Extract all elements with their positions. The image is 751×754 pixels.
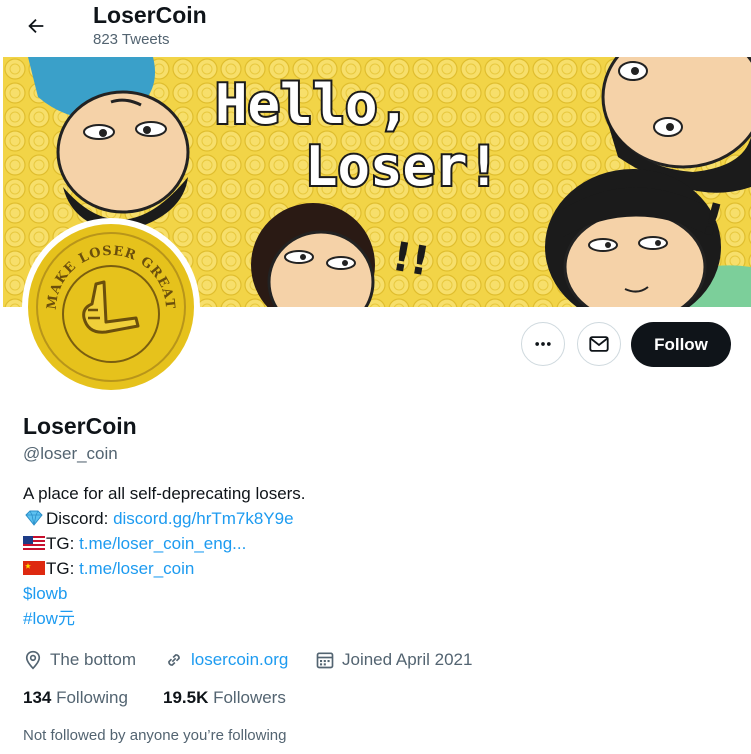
header-title: LoserCoin [93,2,207,28]
bio-tg-chinese-line: TG: t.me/loser_coin [23,558,194,580]
bio-discord-line: Discord: discord.gg/hrTm7k8Y9e [23,508,294,530]
discord-prefix: Discord: [46,509,114,528]
more-button[interactable] [521,322,565,366]
tg-chinese-link[interactable]: t.me/loser_coin [79,559,194,578]
following-count: 134 [23,688,52,707]
tg1-prefix: TG: [46,534,80,553]
location-pin-icon [25,650,41,670]
tg-english-link[interactable]: t.me/loser_coin_eng... [79,534,246,553]
losercoin-logo: MAKE LOSER GREAT AGAIN. [26,222,194,390]
us-flag-icon [23,536,45,550]
location: The bottom [23,650,136,670]
svg-text:Hello,: Hello, [215,73,410,136]
discord-link[interactable]: discord.gg/hrTm7k8Y9e [113,509,293,528]
avatar[interactable]: MAKE LOSER GREAT AGAIN. [22,218,200,396]
following-label: Following [51,688,128,707]
back-button[interactable] [18,8,54,44]
join-date: Joined April 2021 [315,650,472,670]
profile-header: LoserCoin 823 Tweets [0,0,751,57]
calendar-icon [316,652,334,669]
arrow-left-icon [28,18,44,34]
not-followed-notice: Not followed by anyone you’re following [23,727,287,744]
gem-icon [25,510,43,526]
hashtag-link[interactable]: #low元 [23,608,75,630]
more-horizontal-icon [535,342,551,346]
envelope-icon [589,336,609,352]
tg2-prefix: TG: [46,559,80,578]
location-text: The bottom [50,650,136,669]
link-icon [168,654,180,666]
followers-label: Followers [208,688,286,707]
profile-name: LoserCoin [23,413,137,439]
svg-text:Loser!: Loser! [305,135,500,198]
followers-count: 19.5K [163,688,209,707]
website-link[interactable]: losercoin.org [191,650,288,670]
message-button[interactable] [577,322,621,366]
joined-text: Joined April 2021 [342,650,473,669]
bio-text: A place for all self-deprecating losers. [23,484,306,503]
tweet-count: 823 Tweets [93,31,170,48]
china-flag-icon [23,561,45,575]
follow-button[interactable]: Follow [631,322,731,367]
bio-tg-english-line: TG: t.me/loser_coin_eng... [23,533,246,555]
following-stat[interactable]: 134 Following [23,688,128,708]
cashtag-link[interactable]: $lowb [23,583,67,605]
followers-stat[interactable]: 19.5K Followers [163,688,286,708]
website: losercoin.org [164,650,288,670]
profile-handle: @loser_coin [23,444,118,463]
